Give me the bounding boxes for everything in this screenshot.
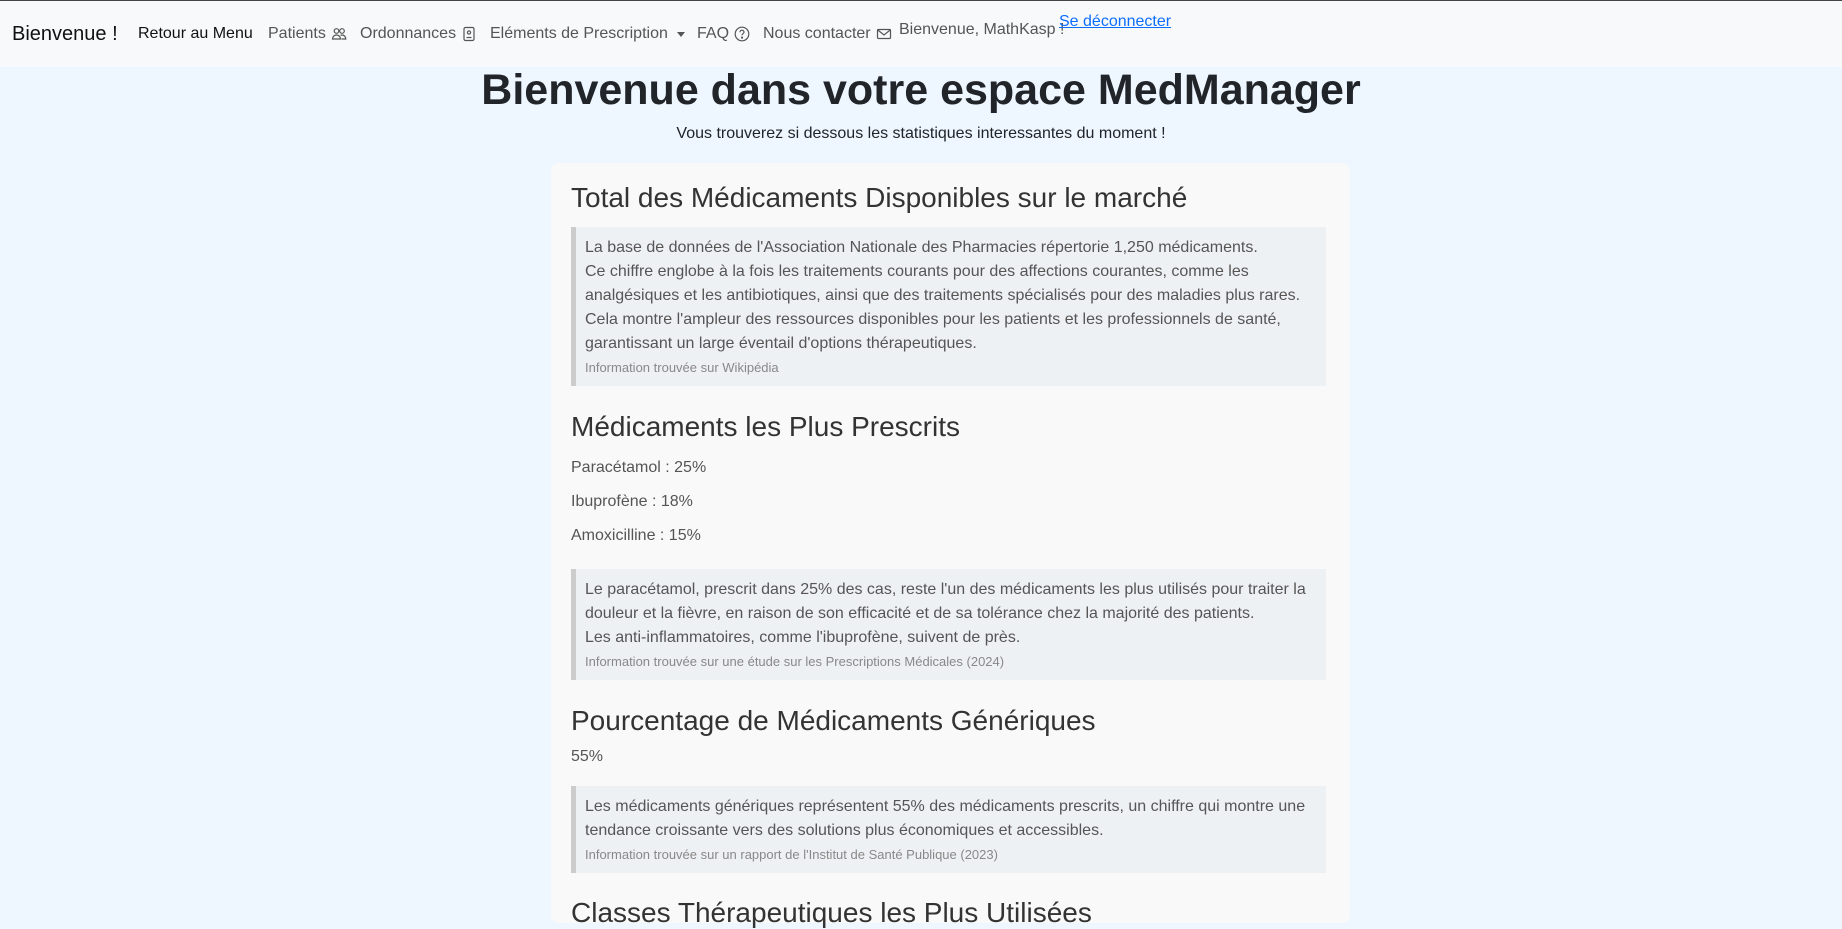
people-icon [331,28,347,40]
quote-line: Le paracétamol, prescrit dans 25% des ca… [585,581,1306,622]
welcome-user-text: Bienvenue, MathKasp ! [899,21,1065,38]
nav-link-patients[interactable]: Patients [268,25,347,43]
nav-link-ordonnances[interactable]: Ordonnances [360,25,477,43]
blockquote-generics: Les médicaments génériques représentent … [571,786,1326,873]
quote-source: Information trouvée sur une étude sur le… [585,654,1005,669]
section-title-generics: Pourcentage de Médicaments Génériques [571,705,1096,736]
quote-source: Information trouvée sur Wikipédia [585,360,779,375]
navbar-brand[interactable]: Bienvenue ! [12,23,118,46]
quote-line: La base de données de l'Association Nati… [585,239,1258,256]
nav-link-label: Ordonnances [360,25,457,42]
navbar: Bienvenue ! Retour au Menu Patients Ordo… [0,1,1842,67]
document-icon [463,26,475,42]
page-title: Bienvenue dans votre espace MedManager [481,66,1361,114]
stats-card: Total des Médicaments Disponibles sur le… [551,163,1350,928]
envelope-icon [876,28,891,40]
page-subtitle: Vous trouverez si dessous les statistiqu… [676,125,1166,142]
nav-link-label: Eléments de Prescription [490,25,668,42]
quote-line: Ce chiffre englobe à la fois les traitem… [585,263,1301,304]
stat-item: Paracétamol : 25% [571,459,707,476]
nav-link-label: Nous contacter [763,25,871,42]
nav-link-contact[interactable]: Nous contacter [763,25,892,43]
quote-line: Cela montre l'ampleur des ressources dis… [585,311,1281,352]
nav-link-menu[interactable]: Retour au Menu [138,25,253,43]
question-circle-icon [734,26,750,42]
quote-line: Les médicaments génériques représentent … [585,798,1306,839]
nav-dropdown-prescription[interactable]: Eléments de Prescription [490,25,685,43]
section-title-prescribed: Médicaments les Plus Prescrits [571,411,961,442]
nav-link-label: Retour au Menu [138,25,253,42]
nav-link-faq[interactable]: FAQ [697,25,750,43]
blockquote-prescribed: Le paracétamol, prescrit dans 25% des ca… [571,569,1326,680]
stat-item: Ibuprofène : 18% [571,493,693,510]
quote-source: Information trouvée sur un rapport de l'… [585,847,998,862]
blockquote-total: La base de données de l'Association Nati… [571,227,1326,386]
section-title-total: Total des Médicaments Disponibles sur le… [571,182,1188,213]
nav-link-label: FAQ [697,25,730,42]
chevron-down-icon [676,31,685,37]
nav-link-label: Patients [268,25,326,42]
logout-link[interactable]: Se déconnecter [1059,13,1171,31]
section-title-classes: Classes Thérapeutiques les Plus Utilisée… [571,897,1092,928]
generics-value: 55% [571,748,604,765]
stat-item: Amoxicilline : 15% [571,527,701,544]
quote-line: Les anti-inflammatoires, comme l'ibuprof… [585,629,1021,646]
